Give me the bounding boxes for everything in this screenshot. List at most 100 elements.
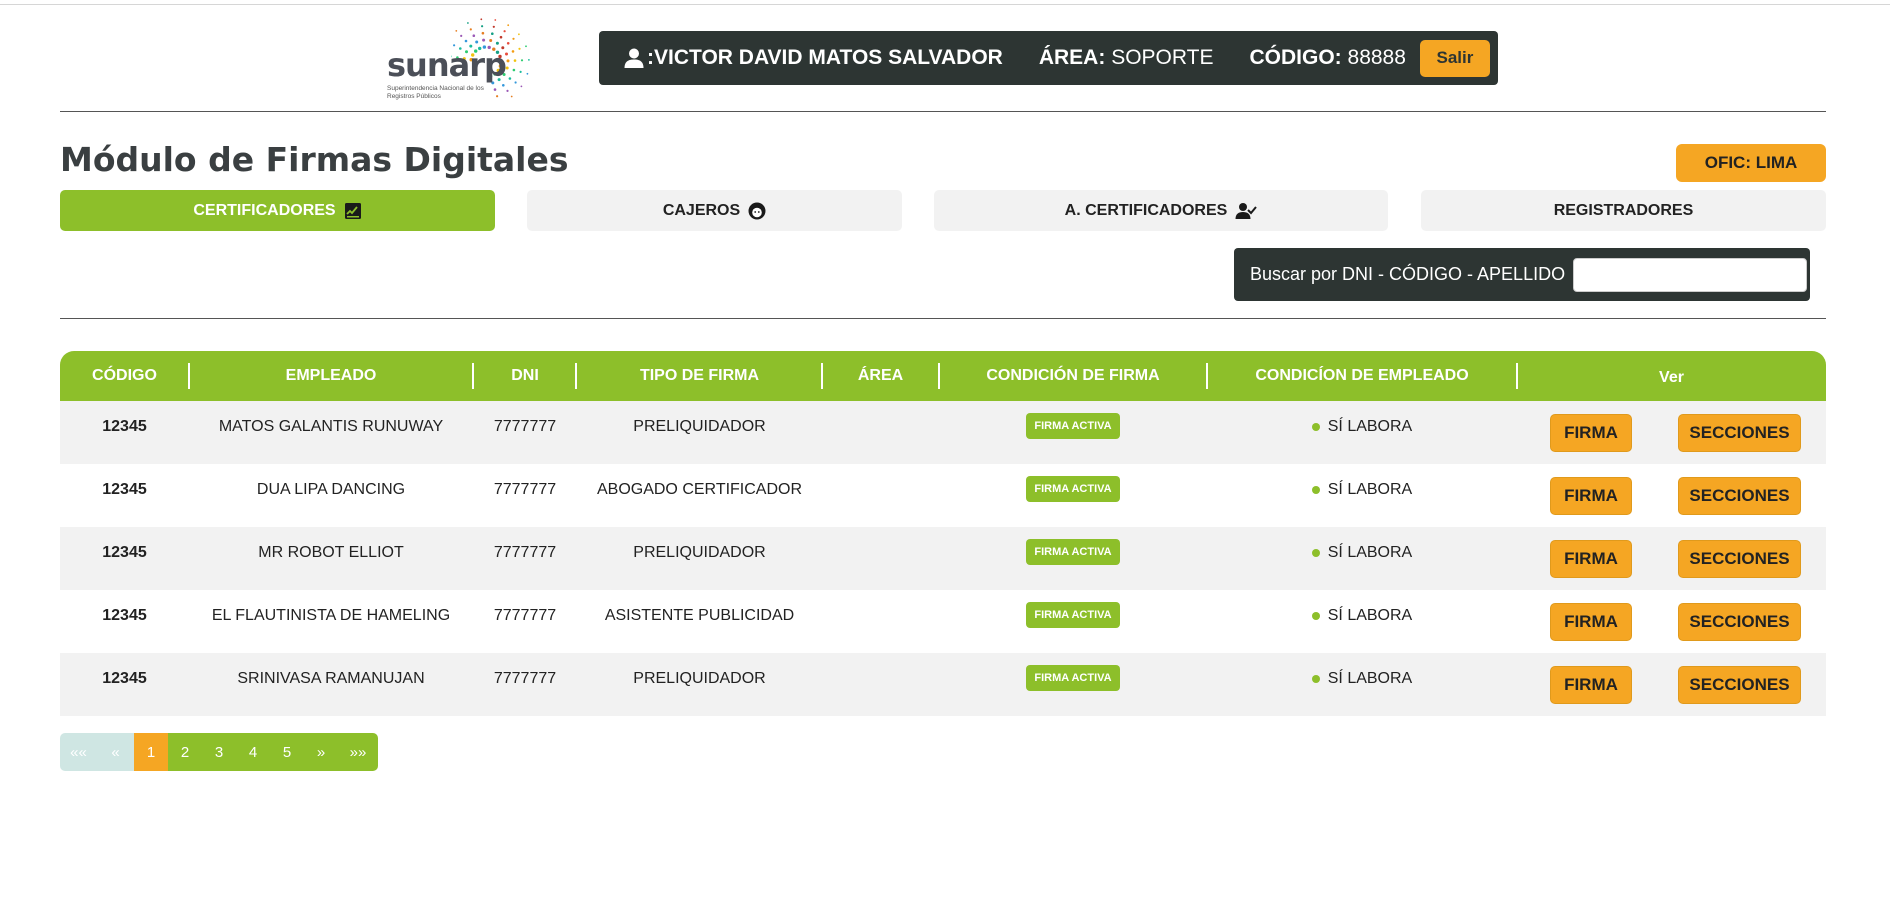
secciones-button[interactable]: SECCIONES <box>1678 665 1801 704</box>
status-badge: FIRMA ACTIVA <box>1026 602 1120 628</box>
page-button[interactable]: 1 <box>134 733 168 771</box>
status-badge: FIRMA ACTIVA <box>1026 413 1120 439</box>
user-check-icon <box>1235 202 1258 220</box>
empleado-text: DUA LIPA DANCING <box>256 481 406 498</box>
area-label: ÁREA: <box>1038 46 1106 69</box>
prev-page-button[interactable]: « <box>97 733 134 771</box>
tab-cajeros[interactable]: CAJEROS <box>527 190 902 231</box>
first-page-button[interactable]: «« <box>60 733 97 771</box>
page-button[interactable]: 5 <box>270 733 304 771</box>
secciones-button[interactable]: SECCIONES <box>1678 476 1801 515</box>
cell-firma-action: FIRMA <box>1550 464 1632 527</box>
cell-condicion-firma: FIRMA ACTIVA <box>939 590 1207 653</box>
page-title: Módulo de Firmas Digitales <box>60 140 569 179</box>
tipo-text: PRELIQUIDADOR <box>633 418 766 435</box>
cell-condicion-empleado: SÍ LABORA <box>1207 464 1517 527</box>
cell-area <box>822 401 939 464</box>
firma-button[interactable]: FIRMA <box>1550 413 1632 452</box>
cell-secciones-action: SECCIONES <box>1678 464 1801 527</box>
empleado-text: MATOS GALANTIS RUNUWAY <box>218 418 444 435</box>
firma-button[interactable]: FIRMA <box>1550 476 1632 515</box>
tipo-text: PRELIQUIDADOR <box>633 544 766 561</box>
tab-label: REGISTRADORES <box>1553 201 1694 219</box>
code-segment: CÓDIGO: 88888 Salir <box>1232 31 1508 85</box>
dni-text: 7777777 <box>493 544 557 561</box>
cell-codigo: 12345 <box>60 464 189 527</box>
pagination: «« « 1 2 3 4 5 » »» <box>60 733 378 771</box>
status-dot-icon <box>1311 549 1320 557</box>
cell-condicion-firma: FIRMA ACTIVA <box>939 464 1207 527</box>
table-row: 12345 MR ROBOT ELLIOT 7777777 PRELIQUIDADOR… <box>60 527 1826 590</box>
column-header[interactable]: DNI <box>473 351 577 401</box>
cell-secciones-action: SECCIONES <box>1678 527 1801 590</box>
column-header[interactable]: ÁREA <box>822 351 939 401</box>
column-header[interactable]: CÓDIGO <box>60 351 189 401</box>
tab-registradores[interactable]: REGISTRADORES <box>1421 190 1826 231</box>
empleado-text: SRINIVASA RAMANUJAN <box>237 670 425 687</box>
tipo-text: ABOGADO CERTIFICADOR <box>596 481 803 498</box>
table-body: 12345 MATOS GALANTIS RUNUWAY 7777777 PRELIQ… <box>60 401 1826 716</box>
cell-condicion-empleado: SÍ LABORA <box>1207 401 1517 464</box>
code-value: 88888 <box>1347 46 1406 69</box>
cell-dni: 7777777 <box>473 653 577 716</box>
last-page-button[interactable]: »» <box>338 733 378 771</box>
secciones-button[interactable]: SECCIONES <box>1678 602 1801 641</box>
logout-button[interactable]: Salir <box>1419 39 1490 77</box>
user-name: :VICTOR DAVID MATOS SALVADOR <box>647 46 1003 69</box>
cell-condicion-empleado: SÍ LABORA <box>1207 653 1517 716</box>
dni-text: 7777777 <box>493 418 557 435</box>
signature-pad-icon <box>344 202 362 220</box>
top-border <box>0 0 1890 5</box>
cell-codigo: 12345 <box>60 653 189 716</box>
page-button[interactable]: 4 <box>236 733 270 771</box>
cell-empleado: MATOS GALANTIS RUNUWAY <box>189 401 473 464</box>
tab-label: CERTIFICADORES <box>193 201 336 219</box>
table-header: CÓDIGO EMPLEADO DNI TIPO DE FIRMA ÁREA C… <box>60 351 1826 401</box>
sunarp-logo[interactable]: sunarp Superintendencia Nacional de los … <box>385 16 545 102</box>
column-header[interactable]: TIPO DE FIRMA <box>577 351 822 401</box>
table-row: 12345 EL FLAUTINISTA DE HAMELING 7777777 AS… <box>60 590 1826 653</box>
cell-condicion-firma: FIRMA ACTIVA <box>939 401 1207 464</box>
office-button[interactable]: OFIC: LIMA <box>1676 144 1826 182</box>
cell-dni: 7777777 <box>473 590 577 653</box>
cell-secciones-action: SECCIONES <box>1678 590 1801 653</box>
secciones-button[interactable]: SECCIONES <box>1678 539 1801 578</box>
logo-tagline: Superintendencia Nacional de los Registr… <box>387 85 484 100</box>
cell-area <box>822 527 939 590</box>
code-label: CÓDIGO: <box>1249 46 1342 69</box>
table-row: 12345 DUA LIPA DANCING 7777777 ABOGADO CERT… <box>60 464 1826 527</box>
status-dot-icon <box>1311 675 1320 683</box>
column-header[interactable]: EMPLEADO <box>189 351 473 401</box>
firma-button[interactable]: FIRMA <box>1550 665 1632 704</box>
cell-tipo: PRELIQUIDADOR <box>577 527 822 590</box>
tab-certificadores[interactable]: CERTIFICADORES <box>60 190 495 231</box>
status-badge: FIRMA ACTIVA <box>1026 665 1120 691</box>
cell-tipo: ABOGADO CERTIFICADOR <box>577 464 822 527</box>
cell-dni: 7777777 <box>473 464 577 527</box>
page-button[interactable]: 3 <box>202 733 236 771</box>
column-header[interactable]: CONDICÍON DE EMPLEADO <box>1207 351 1517 401</box>
codigo-text: 12345 <box>102 418 147 435</box>
tab-label: CAJEROS <box>662 201 741 219</box>
firma-button[interactable]: FIRMA <box>1550 602 1632 641</box>
cell-codigo: 12345 <box>60 590 189 653</box>
secciones-button[interactable]: SECCIONES <box>1678 413 1801 452</box>
tab-a-certificadores[interactable]: A. CERTIFICADORES <box>934 190 1388 231</box>
cell-firma-action: FIRMA <box>1550 527 1632 590</box>
column-header[interactable]: CONDICIÓN DE FIRMA <box>939 351 1207 401</box>
employee-status-text: SÍ LABORA <box>1327 544 1413 561</box>
face-icon <box>748 202 766 220</box>
next-page-button[interactable]: » <box>304 733 338 771</box>
status-badge: FIRMA ACTIVA <box>1026 476 1120 502</box>
cell-dni: 7777777 <box>473 401 577 464</box>
search-label: Buscar por DNI - CÓDIGO - APELLIDO <box>1250 264 1566 284</box>
firma-button[interactable]: FIRMA <box>1550 539 1632 578</box>
search-panel: Buscar por DNI - CÓDIGO - APELLIDO <box>1234 248 1810 301</box>
column-header: Ver <box>1659 369 1684 386</box>
codigo-text: 12345 <box>102 607 147 624</box>
employee-status-text: SÍ LABORA <box>1327 670 1413 687</box>
search-input[interactable] <box>1573 257 1808 292</box>
page-button[interactable]: 2 <box>168 733 202 771</box>
cell-condicion-empleado: SÍ LABORA <box>1207 590 1517 653</box>
tipo-text: PRELIQUIDADOR <box>633 670 766 687</box>
